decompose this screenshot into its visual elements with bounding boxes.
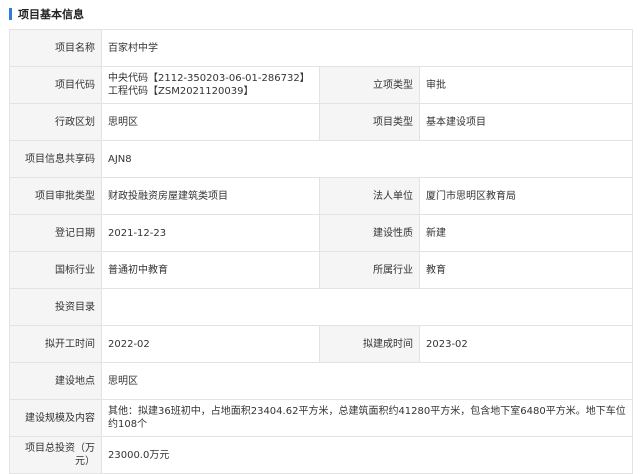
project-info-table: 项目名称 百家村中学 项目代码 中央代码【2112-350203-06-01-2… <box>9 29 633 474</box>
table-row: 项目代码 中央代码【2112-350203-06-01-286732】 工程代码… <box>9 66 633 104</box>
district-value: 思明区 <box>101 103 320 141</box>
register-date-label: 登记日期 <box>9 214 102 252</box>
review-type-value: 财政投融资房屋建筑类项目 <box>101 177 320 215</box>
table-row: 行政区划 思明区 项目类型 基本建设项目 <box>9 103 633 141</box>
approval-type-label: 立项类型 <box>319 66 420 104</box>
project-code-label: 项目代码 <box>9 66 102 104</box>
industry-value: 教育 <box>419 251 633 289</box>
table-row: 项目名称 百家村中学 <box>9 29 633 67</box>
project-name-value: 百家村中学 <box>101 29 633 67</box>
planned-start-value: 2022-02 <box>101 325 320 363</box>
approval-type-value: 审批 <box>419 66 633 104</box>
table-row: 投资目录 <box>9 288 633 326</box>
project-type-label: 项目类型 <box>319 103 420 141</box>
table-row: 项目信息共享码 AJN8 <box>9 140 633 178</box>
legal-unit-value: 厦门市思明区教育局 <box>419 177 633 215</box>
total-investment-label-line1: 项目总投资（万 <box>25 443 95 454</box>
construction-nature-label: 建设性质 <box>319 214 420 252</box>
scale-label: 建设规模及内容 <box>9 399 102 437</box>
site-value: 思明区 <box>101 362 633 400</box>
planned-completion-value: 2023-02 <box>419 325 633 363</box>
section-accent-bar <box>9 8 12 20</box>
engineering-code: 工程代码【ZSM2021120039】 <box>108 86 254 97</box>
site-label: 建设地点 <box>9 362 102 400</box>
national-industry-label: 国标行业 <box>9 251 102 289</box>
total-investment-value: 23000.0万元 <box>101 436 633 474</box>
register-date-value: 2021-12-23 <box>101 214 320 252</box>
section-header: 项目基本信息 <box>0 0 641 28</box>
section-title: 项目基本信息 <box>18 8 84 21</box>
planned-start-label: 拟开工时间 <box>9 325 102 363</box>
district-label: 行政区划 <box>9 103 102 141</box>
share-code-value: AJN8 <box>101 140 633 178</box>
table-row: 拟开工时间 2022-02 拟建成时间 2023-02 <box>9 325 633 363</box>
investment-catalog-value <box>101 288 633 326</box>
legal-unit-label: 法人单位 <box>319 177 420 215</box>
national-industry-value: 普通初中教育 <box>101 251 320 289</box>
project-code-value: 中央代码【2112-350203-06-01-286732】 工程代码【ZSM2… <box>101 66 320 104</box>
construction-nature-value: 新建 <box>419 214 633 252</box>
investment-catalog-label: 投资目录 <box>9 288 102 326</box>
table-row: 建设规模及内容 其他：拟建36班初中，占地面积23404.62平方米，总建筑面积… <box>9 399 633 437</box>
table-row: 国标行业 普通初中教育 所属行业 教育 <box>9 251 633 289</box>
table-row: 建设地点 思明区 <box>9 362 633 400</box>
industry-label: 所属行业 <box>319 251 420 289</box>
total-investment-label: 项目总投资（万 元） <box>9 436 102 474</box>
table-row: 项目审批类型 财政投融资房屋建筑类项目 法人单位 厦门市思明区教育局 <box>9 177 633 215</box>
project-type-value: 基本建设项目 <box>419 103 633 141</box>
review-type-label: 项目审批类型 <box>9 177 102 215</box>
scale-value: 其他：拟建36班初中，占地面积23404.62平方米，总建筑面积约41280平方… <box>101 399 633 437</box>
table-row: 登记日期 2021-12-23 建设性质 新建 <box>9 214 633 252</box>
project-name-label: 项目名称 <box>9 29 102 67</box>
total-investment-label-line2: 元） <box>75 456 95 467</box>
table-row: 项目总投资（万 元） 23000.0万元 <box>9 436 633 474</box>
share-code-label: 项目信息共享码 <box>9 140 102 178</box>
central-code: 中央代码【2112-350203-06-01-286732】 <box>108 73 310 84</box>
planned-completion-label: 拟建成时间 <box>319 325 420 363</box>
